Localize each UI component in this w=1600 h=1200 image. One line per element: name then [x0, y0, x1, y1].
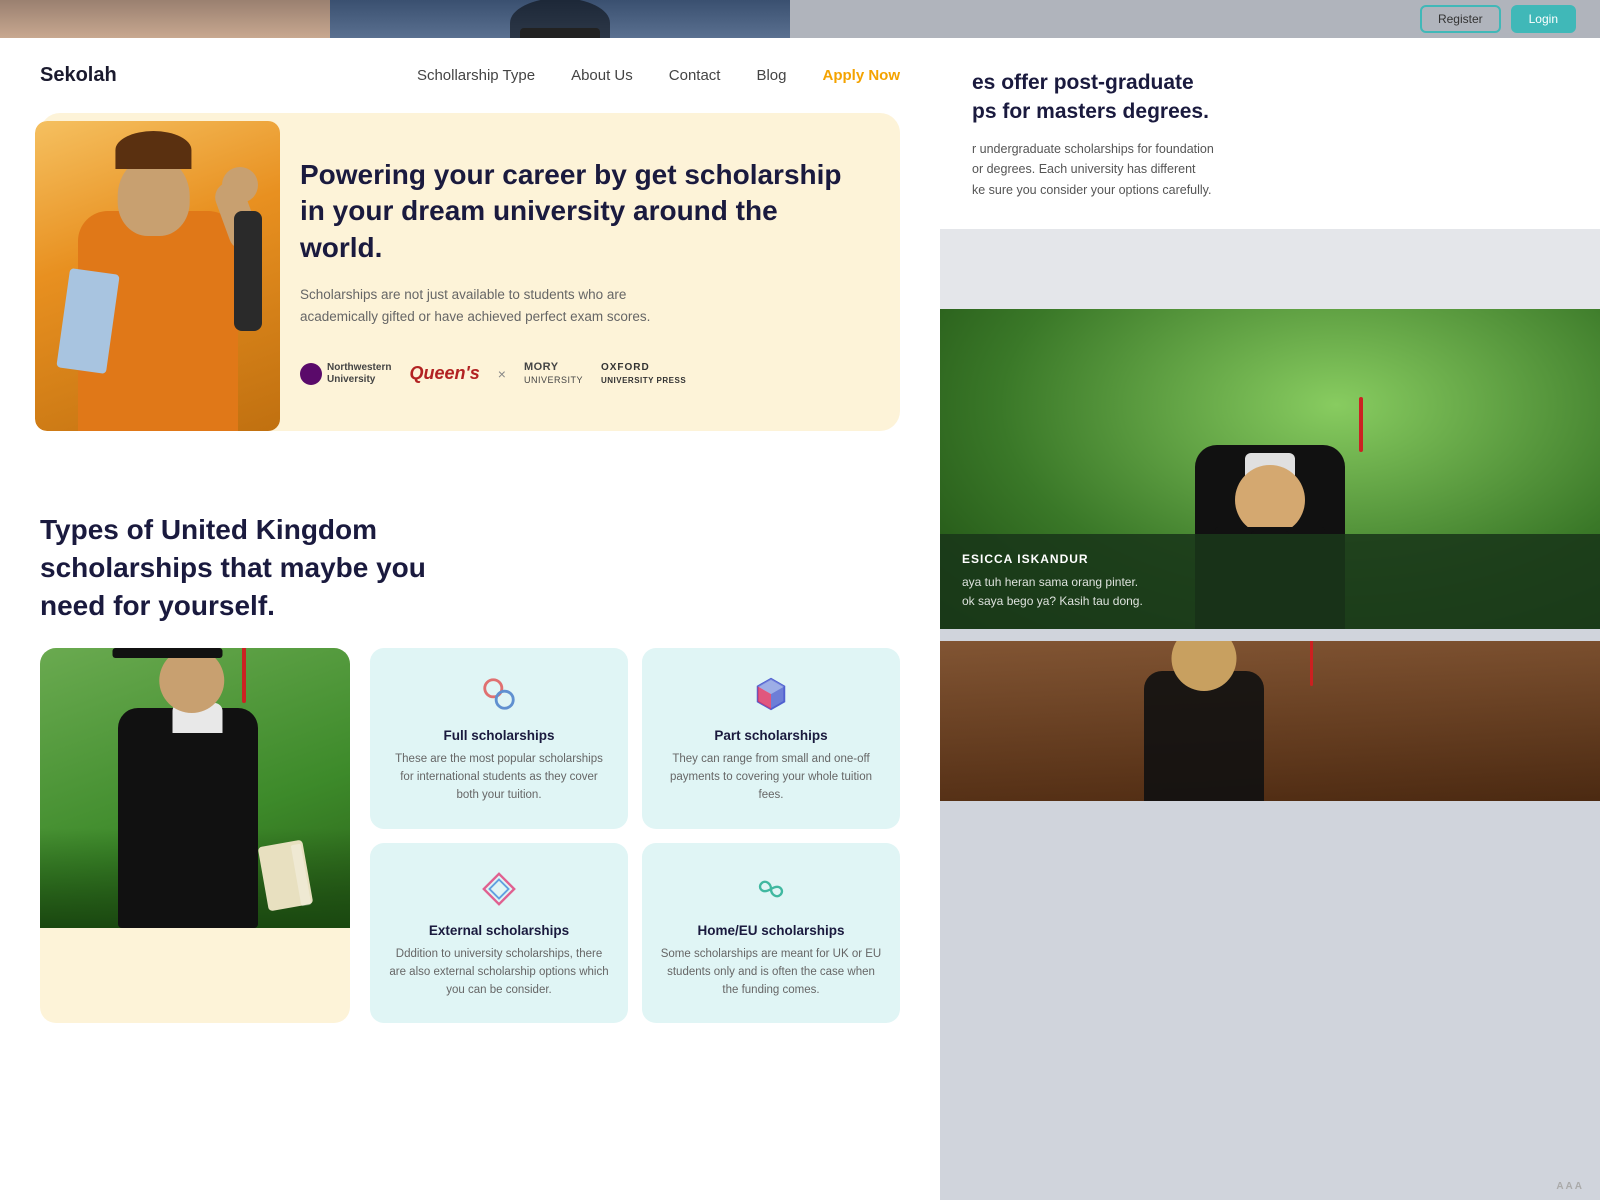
- right-heading: es offer post-graduate ps for masters de…: [972, 68, 1568, 127]
- nav-contact[interactable]: Contact: [669, 67, 721, 84]
- full-scholarship-desc: These are the most popular scholarships …: [388, 751, 610, 804]
- site-logo: Sekolah: [40, 64, 117, 87]
- university-logos-row: NorthwesternUniversity Queen's × MORYUNI…: [300, 361, 856, 387]
- homeeu-scholarship-desc: Some scholarships are meant for UK or EU…: [660, 946, 882, 999]
- full-scholarship-card: Full scholarships These are the most pop…: [370, 648, 628, 828]
- queens-logo: Queen's: [409, 363, 479, 384]
- cards-container: Full scholarships These are the most pop…: [0, 648, 940, 1063]
- testimonial-overlay: ESICCA ISKANDUR aya tuh heran sama orang…: [940, 534, 1600, 628]
- hero-subtitle: Scholarships are not just available to s…: [300, 284, 680, 329]
- login-button[interactable]: Login: [1511, 5, 1576, 33]
- homeeu-scholarship-icon: [749, 867, 793, 911]
- part-scholarship-desc: They can range from small and one-off pa…: [660, 751, 882, 804]
- northwestern-logo: NorthwesternUniversity: [300, 362, 391, 386]
- part-scholarship-card: Part scholarships They can range from sm…: [642, 648, 900, 828]
- part-scholarship-title: Part scholarships: [714, 728, 827, 743]
- external-scholarship-desc: Dddition to university scholarships, the…: [388, 946, 610, 999]
- full-scholarship-icon: [477, 672, 521, 716]
- nav-links: Schollarship Type About Us Contact Blog …: [417, 67, 900, 85]
- external-scholarship-icon: [477, 867, 521, 911]
- hero-card: Powering your career by get scholarship …: [40, 113, 900, 431]
- navbar: Sekolah Schollarship Type About Us Conta…: [0, 38, 940, 113]
- main-website-panel: Sekolah Schollarship Type About Us Conta…: [0, 38, 940, 1200]
- testimonial-name: ESICCA ISKANDUR: [962, 552, 1578, 566]
- scholarship-type-grid: Full scholarships These are the most pop…: [370, 648, 900, 1023]
- register-button[interactable]: Register: [1420, 5, 1501, 33]
- right-sidebar-panel: es offer post-graduate ps for masters de…: [940, 38, 1600, 1200]
- nav-apply-now[interactable]: Apply Now: [823, 67, 901, 84]
- scholarship-section-heading: Types of United Kingdom scholarships tha…: [0, 481, 940, 648]
- homeeu-scholarship-card: Home/EU scholarships Some scholarships a…: [642, 843, 900, 1023]
- part-scholarship-icon: [749, 672, 793, 716]
- section-title: Types of United Kingdom scholarships tha…: [40, 511, 460, 624]
- mory-logo: MORYUNIVERSITY: [524, 361, 583, 387]
- right-top-content: es offer post-graduate ps for masters de…: [940, 38, 1600, 229]
- nav-about-us[interactable]: About Us: [571, 67, 633, 84]
- hero-title: Powering your career by get scholarship …: [300, 157, 856, 266]
- separator-x: ×: [498, 366, 506, 382]
- right-body-text: r undergraduate scholarships for foundat…: [972, 139, 1568, 201]
- external-scholarship-card: External scholarships Dddition to univer…: [370, 843, 628, 1023]
- full-scholarship-title: Full scholarships: [443, 728, 554, 743]
- external-scholarship-title: External scholarships: [429, 923, 569, 938]
- graduate-photo: [40, 648, 350, 928]
- graduate-photo-card: [40, 648, 350, 1023]
- nav-blog[interactable]: Blog: [756, 67, 786, 84]
- bottom-watermark: AAA: [1556, 1181, 1584, 1192]
- nav-scholarship-type[interactable]: Schollarship Type: [417, 67, 535, 84]
- oxford-logo: OXFORDUNIVERSITY PRESS: [601, 361, 686, 387]
- testimonial-text: aya tuh heran sama orang pinter. ok saya…: [962, 573, 1578, 610]
- right-grey-spacer: [940, 229, 1600, 309]
- right-grad-photo-section: ESICCA ISKANDUR aya tuh heran sama orang…: [940, 309, 1600, 629]
- top-bar: Register Login: [940, 0, 1600, 38]
- hero-section: Powering your career by get scholarship …: [0, 113, 940, 481]
- hero-student-image: [35, 121, 280, 431]
- right-second-photo: [940, 641, 1600, 801]
- homeeu-scholarship-title: Home/EU scholarships: [697, 923, 844, 938]
